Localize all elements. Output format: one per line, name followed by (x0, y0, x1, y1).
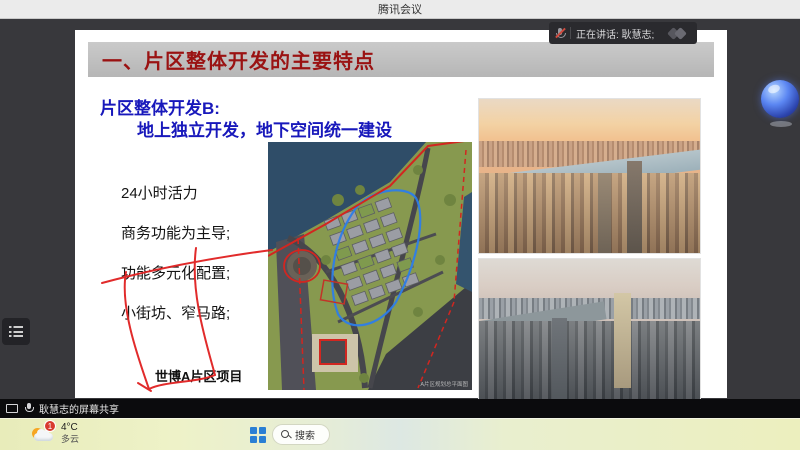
toast-divider (570, 27, 571, 39)
taskbar: 1 4°C 多云 搜索 ? 中 (0, 418, 800, 450)
window-titlebar: 腾讯会议 (0, 0, 800, 19)
photo-tower (598, 173, 611, 253)
weather-temperature: 4°C (61, 422, 79, 434)
site-plan-map: A片区规划总平面图 (268, 142, 472, 390)
photo-tower (627, 161, 642, 253)
microphone-icon (24, 403, 33, 415)
mic-muted-icon (555, 27, 565, 40)
site-plan-drawing: A片区规划总平面图 (268, 142, 472, 390)
meeting-stage: 一、片区整体开发的主要特点 片区整体开发B: 地上独立开发，地下空间统一建设 2… (0, 19, 800, 418)
slide-bullet: 功能多元化配置; (121, 262, 230, 283)
window-title: 腾讯会议 (378, 1, 422, 17)
slide-bullet: 24小时活力 (121, 182, 198, 203)
weather-widget[interactable]: 1 4°C 多云 (30, 421, 79, 445)
start-button[interactable] (250, 427, 266, 443)
search-label: 搜索 (295, 427, 315, 442)
weather-badge: 1 (44, 420, 56, 432)
speaking-label: 正在讲话: 耿慧志; (576, 26, 664, 41)
slide-header-band: 一、片区整体开发的主要特点 (88, 42, 714, 77)
meeting-window: 腾讯会议 一、片区整体开发的主要特点 片区整体开发B: 地上独立开发，地下空间统… (0, 0, 800, 450)
speaking-toast: 正在讲话: 耿慧志; (549, 22, 697, 44)
photo-foreground (479, 173, 700, 253)
assistant-orb-button[interactable] (761, 80, 799, 118)
share-bar-label: 耿慧志的屏幕共享 (39, 401, 119, 416)
photo-foreground (479, 321, 700, 399)
screen-share-icon (6, 404, 18, 414)
shared-slide: 一、片区整体开发的主要特点 片区整体开发B: 地上独立开发，地下空间统一建设 2… (75, 30, 727, 398)
orb-shadow (770, 121, 792, 127)
screen-share-bar: 耿慧志的屏幕共享 (0, 399, 800, 418)
slide-bullet: 小街坊、窄马路; (121, 302, 230, 323)
weather-condition: 多云 (61, 434, 79, 445)
slide-caption: 世博A片区项目 (155, 366, 242, 385)
slide-subtitle-line2: 地上独立开发，地下空间统一建设 (137, 116, 392, 141)
search-icon (281, 430, 291, 440)
slide-title: 一、片区整体开发的主要特点 (88, 45, 375, 74)
photo-city-dusk (478, 258, 701, 400)
meeting-logo-icon (669, 27, 691, 39)
search-box[interactable]: 搜索 (272, 424, 330, 445)
map-watermark: A片区规划总平面图 (420, 380, 468, 388)
photo-city-sunset (478, 98, 701, 254)
weather-icon: 1 (30, 421, 56, 445)
photo-tower (552, 318, 567, 399)
annotation-toolbar-button[interactable] (2, 318, 30, 345)
photo-tower (614, 293, 631, 388)
list-icon (9, 326, 23, 328)
slide-bullet: 商务功能为主导; (121, 222, 230, 243)
